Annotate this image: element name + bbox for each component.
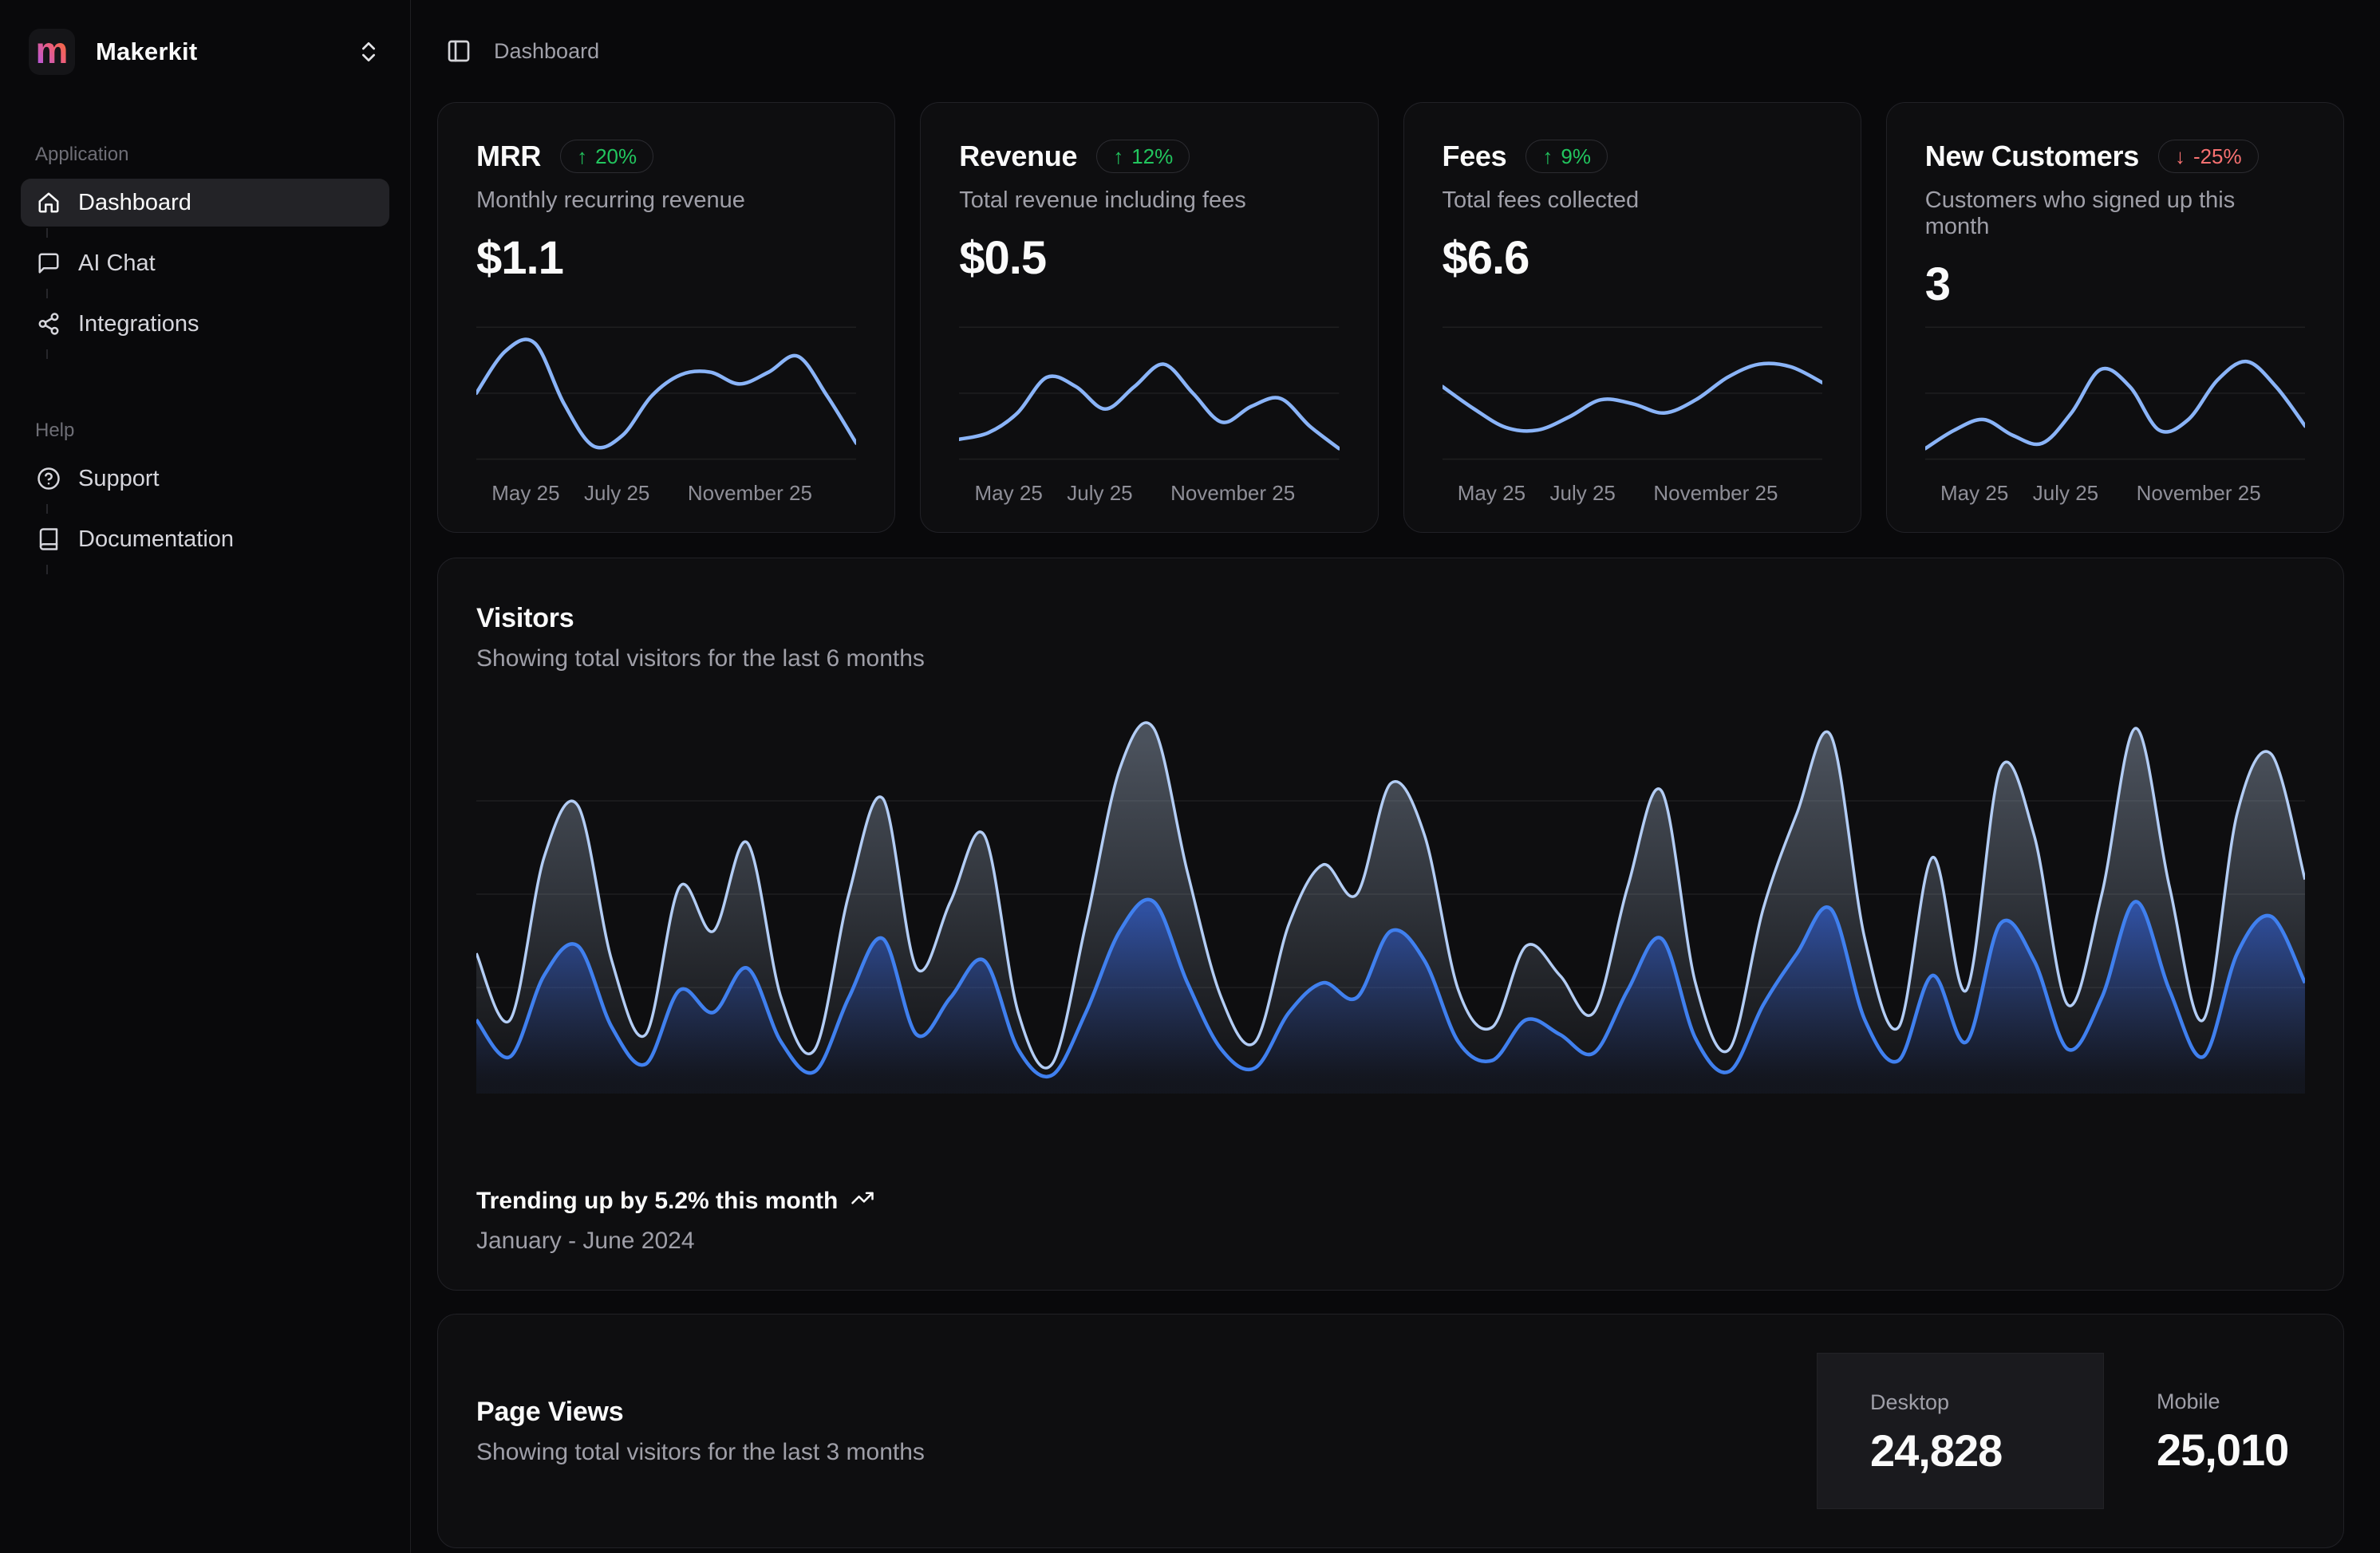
stat-card-mrr: MRR ↑ 20% Monthly recurring revenue $1.1… (437, 102, 895, 533)
sidebar-item-documentation[interactable]: Documentation (21, 515, 389, 563)
page-views-subtitle: Showing total visitors for the last 3 mo… (476, 1439, 1817, 1466)
trending-up-icon (851, 1186, 874, 1216)
book-icon (37, 527, 61, 551)
help-circle-icon (37, 467, 61, 491)
breadcrumb[interactable]: Dashboard (494, 39, 599, 64)
stat-label: Mobile (2157, 1389, 2343, 1414)
sidebar-toggle-button[interactable] (446, 38, 472, 64)
sidebar-item-label: Documentation (78, 526, 234, 553)
sidebar-section-application: Application Dashboard AI Chat (21, 144, 389, 361)
axis-tick: May 25 (1940, 481, 2008, 506)
trend-badge: ↑ 12% (1096, 140, 1190, 173)
sidebar-item-support[interactable]: Support (21, 455, 389, 503)
card-description: Monthly recurring revenue (476, 187, 856, 214)
home-icon (37, 191, 61, 215)
sidebar-section-help: Help Support Documentation (21, 420, 389, 576)
sparkline-chart (1925, 317, 2305, 468)
sidebar-section-label: Help (21, 420, 389, 442)
makerkit-logo: m (29, 29, 75, 75)
trend-period: January - June 2024 (476, 1228, 2305, 1255)
stat-toggle-mobile[interactable]: Mobile 25,010 (2104, 1353, 2343, 1509)
card-description: Customers who signed up this month (1925, 187, 2305, 240)
dashboard-content: MRR ↑ 20% Monthly recurring revenue $1.1… (411, 102, 2380, 1548)
axis-tick: July 25 (2033, 481, 2098, 506)
card-value: $1.1 (476, 231, 856, 285)
card-title: MRR (476, 140, 541, 173)
arrow-down-icon: ↓ (2175, 146, 2185, 167)
axis-tick: July 25 (1067, 481, 1132, 506)
card-title: Fees (1443, 140, 1507, 173)
axis-tick: May 25 (491, 481, 559, 506)
topbar: Dashboard (411, 0, 2380, 102)
axis-tick: November 25 (2137, 481, 2261, 506)
stat-card-revenue: Revenue ↑ 12% Total revenue including fe… (920, 102, 1378, 533)
axis-tick: November 25 (1170, 481, 1295, 506)
sidebar-item-integrations[interactable]: Integrations (21, 300, 389, 348)
brand-name: Makerkit (96, 37, 335, 66)
axis-tick: November 25 (688, 481, 812, 506)
visitors-area-chart (476, 708, 2305, 1106)
sidebar-item-ai-chat[interactable]: AI Chat (21, 239, 389, 287)
sidebar: m Makerkit Application Dashboard (0, 0, 411, 1553)
sidebar-item-label: AI Chat (78, 250, 156, 277)
sidebar-item-label: Support (78, 466, 160, 492)
axis-tick: May 25 (1458, 481, 1525, 506)
visitors-subtitle: Showing total visitors for the last 6 mo… (476, 645, 2305, 672)
trend-headline: Trending up by 5.2% this month (476, 1188, 838, 1215)
main-area: Dashboard MRR ↑ 20% Monthly recurring re… (411, 0, 2380, 1553)
stat-value: 24,828 (1870, 1425, 2103, 1476)
visitors-card: Visitors Showing total visitors for the … (437, 558, 2344, 1291)
trend-value: 12% (1131, 146, 1173, 167)
share-icon (37, 312, 61, 336)
page-views-toggles: Desktop 24,828 Mobile 25,010 (1817, 1315, 2343, 1547)
visitors-footer: Trending up by 5.2% this month January -… (476, 1186, 2305, 1255)
stat-card-new-customers: New Customers ↓ -25% Customers who signe… (1886, 102, 2344, 533)
page-views-title: Page Views (476, 1397, 1817, 1428)
arrow-up-icon: ↑ (1113, 146, 1123, 167)
sidebar-item-dashboard[interactable]: Dashboard (21, 179, 389, 227)
stat-label: Desktop (1870, 1390, 2103, 1415)
trend-value: 20% (595, 146, 637, 167)
sidebar-section-label: Application (21, 144, 389, 166)
workspace-selector[interactable]: m Makerkit (21, 29, 389, 75)
axis-tick: July 25 (1550, 481, 1616, 506)
card-value: 3 (1925, 258, 2305, 311)
stat-card-fees: Fees ↑ 9% Total fees collected $6.6 May … (1403, 102, 1861, 533)
stat-value: 25,010 (2157, 1424, 2343, 1476)
chevrons-up-down-icon (356, 39, 381, 65)
trend-value: -25% (2193, 146, 2242, 167)
card-title: New Customers (1925, 140, 2139, 173)
page-views-card: Page Views Showing total visitors for th… (437, 1314, 2344, 1548)
sparkline-chart (959, 317, 1339, 468)
trend-badge: ↑ 9% (1525, 140, 1608, 173)
trend-value: 9% (1561, 146, 1591, 167)
stat-cards-row: MRR ↑ 20% Monthly recurring revenue $1.1… (437, 102, 2344, 533)
sidebar-item-label: Integrations (78, 311, 199, 337)
axis-tick: November 25 (1653, 481, 1778, 506)
visitors-title: Visitors (476, 603, 2305, 634)
card-value: $0.5 (959, 231, 1339, 285)
message-square-icon (37, 251, 61, 275)
arrow-up-icon: ↑ (577, 146, 587, 167)
axis-tick: July 25 (584, 481, 649, 506)
card-value: $6.6 (1443, 231, 1822, 285)
card-title: Revenue (959, 140, 1077, 173)
card-description: Total fees collected (1443, 187, 1822, 214)
sidebar-item-label: Dashboard (78, 190, 191, 216)
trend-badge: ↑ 20% (560, 140, 653, 173)
svg-text:m: m (36, 30, 69, 71)
axis-tick: May 25 (975, 481, 1043, 506)
sparkline-chart (1443, 317, 1822, 468)
stat-toggle-desktop[interactable]: Desktop 24,828 (1817, 1353, 2104, 1509)
sparkline-chart (476, 317, 856, 468)
arrow-up-icon: ↑ (1542, 146, 1553, 167)
card-description: Total revenue including fees (959, 187, 1339, 214)
trend-badge: ↓ -25% (2158, 140, 2259, 173)
